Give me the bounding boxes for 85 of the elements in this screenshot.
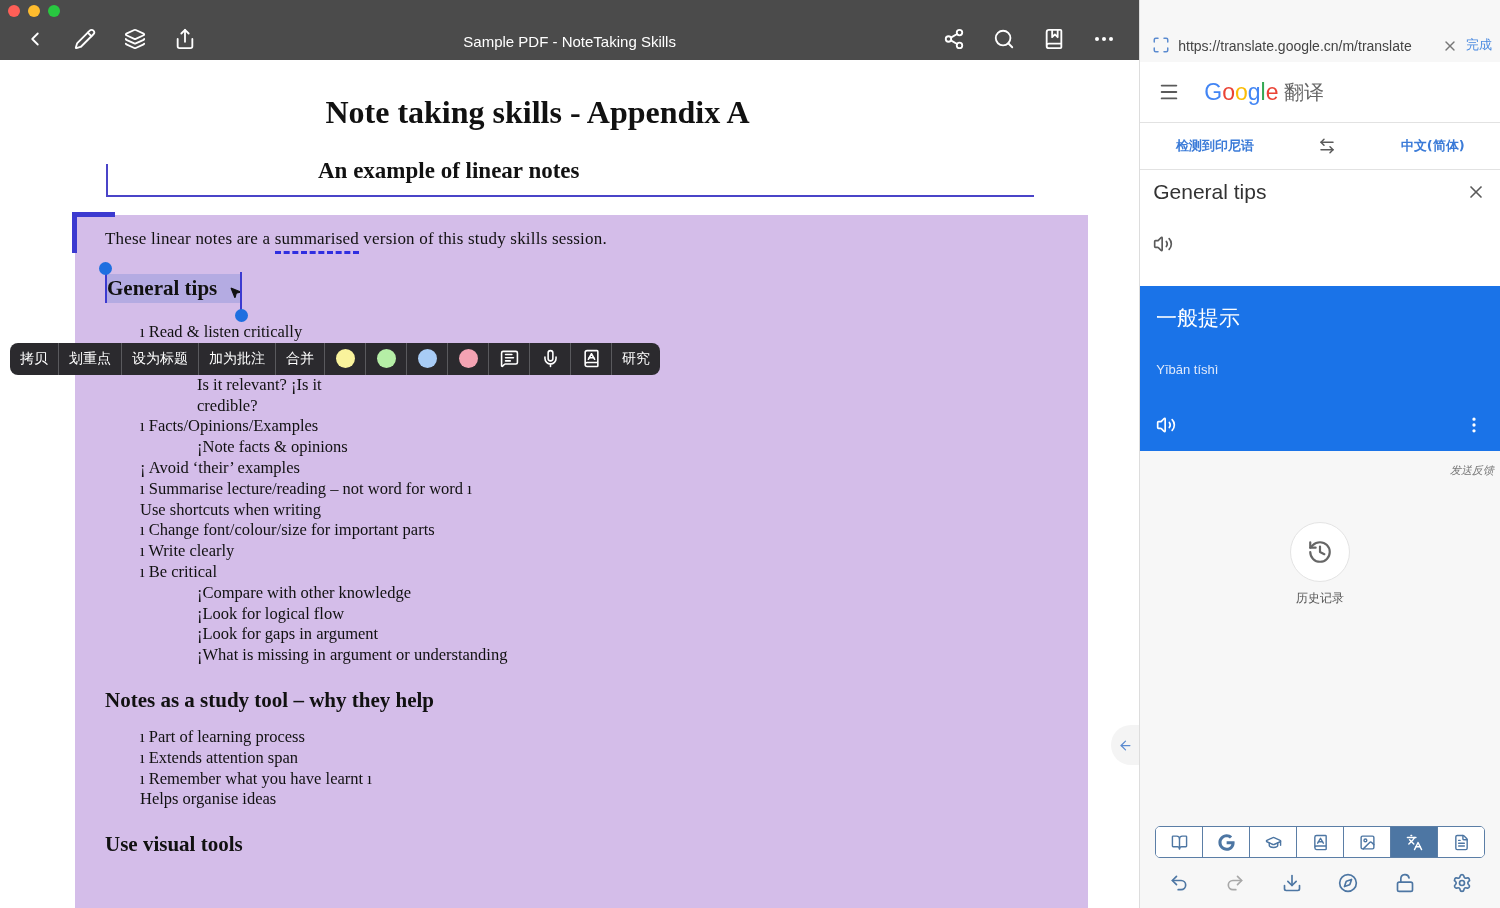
note-line: ı Remember what you have learnt ı: [140, 768, 372, 788]
note-line: ı Summarise lecture/reading – not word for word ı: [140, 478, 472, 498]
note-line: Helps organise ideas: [140, 789, 277, 809]
note-line: ı Part of learning process: [140, 726, 305, 746]
zoom-light[interactable]: [48, 5, 60, 17]
selection-handle[interactable]: [99, 262, 112, 275]
url-text: https://translate.google.cn/m/translate: [1178, 38, 1413, 54]
comment-icon: [499, 349, 519, 369]
graduation-cap-tab[interactable]: [1250, 827, 1298, 857]
note-line: Use shortcuts when writing: [140, 499, 322, 519]
image-tab[interactable]: [1344, 827, 1392, 857]
speaker-icon[interactable]: [1153, 234, 1174, 254]
menu-item[interactable]: 拷贝: [10, 342, 59, 375]
share-icon: [174, 28, 196, 50]
fullscreen-icon[interactable]: [1152, 36, 1171, 54]
target-language[interactable]: 中文(简体): [1394, 136, 1471, 156]
google-logo: Google: [1204, 78, 1279, 106]
undo-button[interactable]: [1168, 873, 1189, 893]
menu-item[interactable]: 研究: [612, 342, 660, 375]
cursor-icon: [229, 286, 242, 299]
translate-icon: [1405, 833, 1423, 851]
section-heading: Use visual tools: [105, 832, 244, 858]
more-icon: [1095, 37, 1114, 41]
compass-icon: [1338, 873, 1359, 893]
book-tab[interactable]: [1156, 827, 1204, 857]
history-label: 历史记录: [1296, 590, 1345, 607]
feedback-link[interactable]: 发送反馈: [1450, 463, 1494, 478]
note-line: ı Change font/colour/size for important parts: [140, 520, 435, 540]
menu-item[interactable]: 加为批注: [199, 342, 276, 375]
document-title: Note taking skills - Appendix A: [324, 94, 751, 131]
menu-item[interactable]: 合并: [276, 342, 325, 375]
book-icon: [1170, 833, 1188, 851]
speaker-icon[interactable]: [1156, 415, 1177, 435]
note-line: ı Be critical: [140, 561, 217, 581]
undo-icon: [1168, 873, 1189, 893]
note-line: ¡Note facts & opinions: [197, 437, 348, 457]
pdf-file-tab[interactable]: [1438, 827, 1484, 857]
menu-item[interactable]: 设为标题: [122, 342, 199, 375]
settings-button[interactable]: [1451, 873, 1472, 893]
download-button[interactable]: [1281, 873, 1302, 893]
result-text: 一般提示: [1156, 305, 1241, 332]
redo-icon: [1225, 873, 1246, 893]
selection-handle[interactable]: [235, 309, 248, 322]
note-line: Is it relevant? ¡Is it: [197, 374, 322, 394]
note-line: ¡What is missing in argument or understanding: [197, 645, 508, 665]
settings-icon: [1451, 873, 1472, 893]
source-text: General tips: [1153, 180, 1267, 204]
selected-heading[interactable]: General tips: [105, 274, 242, 303]
note-line: ¡ Avoid ‘their’ examples: [140, 458, 300, 477]
unlock-button[interactable]: [1395, 873, 1416, 893]
note-line: ı Extends attention span: [140, 747, 299, 767]
unlock-icon: [1395, 873, 1416, 893]
search-icon: [993, 28, 1016, 50]
intro-sentence: These linear notes are a summarised version of this study skills session.: [105, 229, 607, 256]
download-icon: [1281, 873, 1302, 893]
note-line: ¡Compare with other knowledge: [197, 582, 411, 602]
google-g-tab[interactable]: [1203, 827, 1251, 857]
note-line: ¡Look for logical flow: [197, 603, 345, 623]
note-line: ¡Look for gaps in argument: [197, 624, 379, 644]
note-line: ı Read & listen critically: [140, 322, 303, 341]
compass-button[interactable]: [1338, 873, 1359, 893]
dictionary-icon: [1311, 833, 1329, 851]
menu-item[interactable]: 划重点: [59, 342, 122, 375]
product-name: 翻译: [1284, 78, 1325, 106]
note-line: ı Write clearly: [140, 541, 235, 561]
note-line: credible?: [197, 395, 258, 415]
image-icon: [1358, 833, 1376, 851]
source-language[interactable]: 检测到印尼语: [1169, 136, 1260, 156]
layers-icon: [124, 28, 146, 50]
swap-icon[interactable]: [1318, 137, 1337, 155]
pdf-file-icon: [1452, 833, 1470, 851]
note-line: ı Facts/Opinions/Examples: [140, 416, 319, 436]
history-icon: [1307, 539, 1334, 565]
nodes-icon: [943, 28, 966, 50]
romanization: Yībān tíshì: [1156, 362, 1219, 377]
pencil-icon: [74, 28, 96, 50]
document-subtitle: An example of linear notes: [318, 158, 580, 184]
dictionary-icon: [581, 349, 601, 369]
dictionary-tab[interactable]: [1297, 827, 1345, 857]
close-light[interactable]: [8, 5, 20, 17]
minimize-light[interactable]: [28, 5, 40, 17]
translate-tab[interactable]: [1391, 827, 1439, 857]
section-heading: Notes as a study tool – why they help: [105, 687, 436, 713]
window-title: Sample PDF - NoteTaking Skills: [462, 32, 677, 50]
google-g-icon: [1217, 833, 1235, 851]
